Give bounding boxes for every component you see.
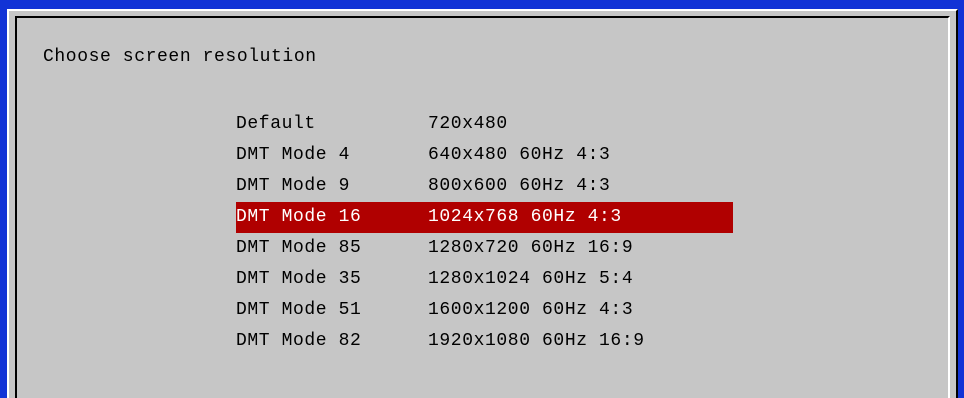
menu-item-desc: 720x480 [428,114,508,134]
menu-item-dmt-35[interactable]: DMT Mode 35 1280x1024 60Hz 5:4 [236,264,736,295]
menu-item-dmt-9[interactable]: DMT Mode 9 800x600 60Hz 4:3 [236,171,736,202]
menu-item-desc: 1920x1080 60Hz 16:9 [428,331,645,351]
menu-item-dmt-16[interactable]: DMT Mode 16 1024x768 60Hz 4:3 [236,202,733,233]
menu-item-tag: DMT Mode 4 [236,145,351,165]
menu-item-dmt-85[interactable]: DMT Mode 85 1280x720 60Hz 16:9 [236,233,736,264]
terminal-screen: Choose screen resolution Default 720x480… [0,0,964,398]
resolution-dialog: Choose screen resolution Default 720x480… [7,9,958,398]
menu-item-desc: 1280x720 60Hz 16:9 [428,238,634,258]
menu-item-tag: DMT Mode 85 [236,238,362,258]
menu-item-tag: DMT Mode 51 [236,300,362,320]
menu-item-tag: Default [236,114,316,134]
resolution-menu: Default 720x480 DMT Mode 4 640x480 60Hz … [236,109,736,357]
dialog-title: Choose screen resolution [43,47,317,67]
menu-item-tag: DMT Mode 82 [236,331,362,351]
menu-item-desc: 1280x1024 60Hz 5:4 [428,269,634,289]
menu-item-dmt-82[interactable]: DMT Mode 82 1920x1080 60Hz 16:9 [236,326,736,357]
menu-item-dmt-51[interactable]: DMT Mode 51 1600x1200 60Hz 4:3 [236,295,736,326]
menu-item-desc: 1024x768 60Hz 4:3 [428,207,622,227]
menu-item-default[interactable]: Default 720x480 [236,109,736,140]
menu-item-dmt-4[interactable]: DMT Mode 4 640x480 60Hz 4:3 [236,140,736,171]
menu-item-desc: 640x480 60Hz 4:3 [428,145,611,165]
menu-item-tag: DMT Mode 9 [236,176,351,196]
menu-item-desc: 800x600 60Hz 4:3 [428,176,611,196]
menu-item-desc: 1600x1200 60Hz 4:3 [428,300,634,320]
menu-item-tag: DMT Mode 16 [236,207,362,227]
menu-item-tag: DMT Mode 35 [236,269,362,289]
